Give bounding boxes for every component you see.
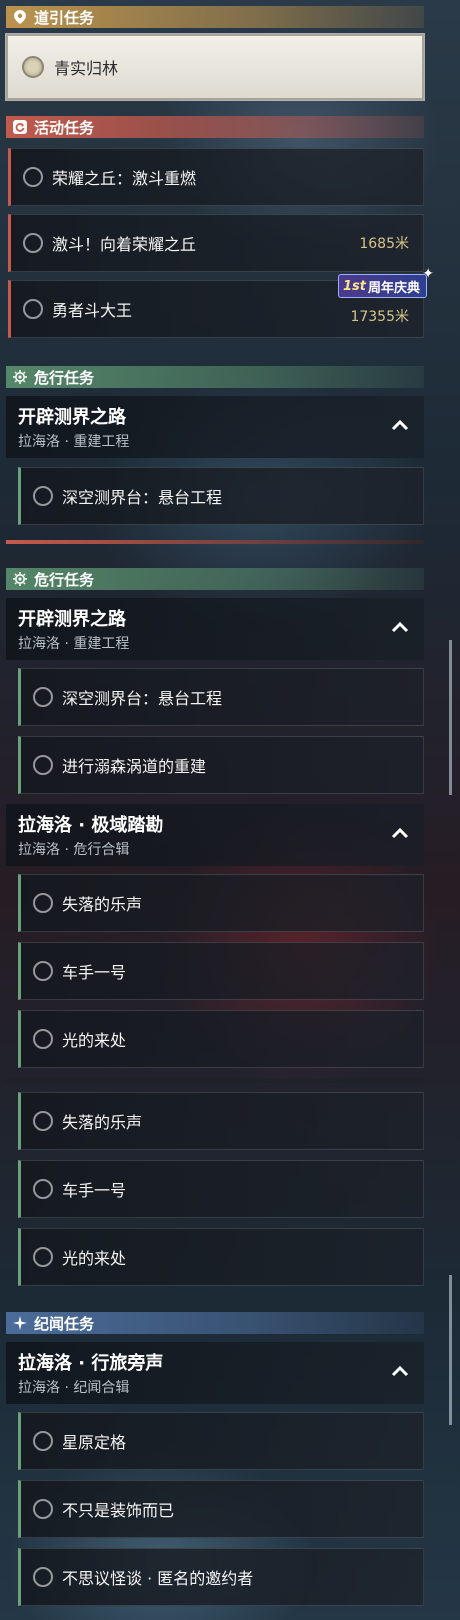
task-danger-2-2[interactable]: 进行溺森涡道的重建 [18,736,424,794]
task-label: 失落的乐声 [62,1113,143,1132]
clipped-row-edge [6,1078,424,1083]
quest-group-subtitle: 拉海洛 · 重建工程 [18,636,130,652]
task-label: 光的来处 [62,1031,127,1050]
task-radio-icon [33,893,53,913]
task-event-2[interactable]: 激斗！向着荣耀之丘 1685米 [8,214,424,272]
chevron-up-icon[interactable] [390,824,410,844]
task-radio-icon [33,486,53,506]
section-header-danger: 危行任务 [6,366,424,388]
anniversary-badge: 1st 周年庆典 ✦ [338,266,434,298]
task-label: 深空测界台：悬台工程 [62,689,223,708]
task-chronicle-3[interactable]: 不思议怪谈 · 匿名的邀约者 [18,1548,424,1606]
section-title-danger: 危行任务 [34,368,95,387]
map-pin-icon [12,9,28,25]
task-label: 失落的乐声 [62,895,143,914]
task-danger-2-1[interactable]: 深空测界台：悬台工程 [18,668,424,726]
quest-group-title: 开辟测界之路 [18,407,126,428]
tracked-task[interactable]: 青实归林 [5,33,425,101]
task-danger-3-1[interactable]: 失落的乐声 [18,874,424,932]
section-header-chronicle: 纪闻任务 [6,1312,424,1334]
section-title-chronicle: 纪闻任务 [34,1314,95,1333]
task-radio-icon [23,233,43,253]
task-label: 光的来处 [62,1249,127,1268]
task-loose-2[interactable]: 车手一号 [18,1160,424,1218]
task-label: 车手一号 [62,963,127,982]
task-radio-icon [33,1111,53,1131]
task-label: 不只是装饰而已 [62,1501,175,1520]
task-radio-icon [33,687,53,707]
task-radio-icon [33,1179,53,1199]
event-refresh-icon [12,119,28,135]
task-radio-icon [23,167,43,187]
clipped-row-edge [6,540,424,544]
task-radio-icon [23,299,43,319]
task-label: 不思议怪谈 · 匿名的邀约者 [62,1569,254,1588]
task-danger-3-2[interactable]: 车手一号 [18,942,424,1000]
task-distance: 17355米 [350,308,409,325]
task-radio-icon [33,1431,53,1451]
task-label: 车手一号 [62,1181,127,1200]
section-title-event: 活动任务 [34,118,95,137]
quest-group-title: 开辟测界之路 [18,609,126,630]
tracked-task-label: 青实归林 [54,59,119,78]
task-danger-3-3[interactable]: 光的来处 [18,1010,424,1068]
quest-group-header[interactable]: 拉海洛 · 极域踏勘 拉海洛 · 危行合辑 [6,804,424,866]
section-header-event: 活动任务 [6,116,424,138]
quest-group-subtitle: 拉海洛 · 危行合辑 [18,842,130,858]
task-danger-1-1[interactable]: 深空测界台：悬台工程 [18,467,424,525]
scrollbar[interactable] [449,640,452,795]
quest-group-header[interactable]: 开辟测界之路 拉海洛 · 重建工程 [6,598,424,660]
tracked-task-radio-icon [22,56,44,78]
section-header-guide: 道引任务 [6,6,424,28]
quest-group-subtitle: 拉海洛 · 重建工程 [18,434,130,450]
task-label: 深空测界台：悬台工程 [62,488,223,507]
task-radio-icon [33,755,53,775]
task-label: 进行溺森涡道的重建 [62,757,207,776]
task-radio-icon [33,1029,53,1049]
task-loose-1[interactable]: 失落的乐声 [18,1092,424,1150]
sparkle-icon [12,1315,28,1331]
badge-number: 1st [343,278,366,294]
task-radio-icon [33,1247,53,1267]
task-label: 荣耀之丘：激斗重燃 [52,169,197,188]
task-event-1[interactable]: 荣耀之丘：激斗重燃 [8,148,424,206]
gear-icon [12,571,28,587]
task-label: 激斗！向着荣耀之丘 [52,235,197,254]
gear-icon [12,369,28,385]
quest-group-header[interactable]: 开辟测界之路 拉海洛 · 重建工程 [6,396,424,458]
chevron-up-icon[interactable] [390,1362,410,1382]
quest-group-subtitle: 拉海洛 · 纪闻合辑 [18,1380,130,1396]
task-label: 勇者斗大王 [52,301,133,320]
quest-group-title: 拉海洛 · 行旅旁声 [18,1353,164,1374]
task-radio-icon [33,961,53,981]
task-radio-icon [33,1499,53,1519]
chevron-up-icon[interactable] [390,416,410,436]
quest-group-title: 拉海洛 · 极域踏勘 [18,815,164,836]
section-title-guide: 道引任务 [34,8,95,27]
task-radio-icon [33,1567,53,1587]
chevron-up-icon[interactable] [390,618,410,638]
section-title-danger: 危行任务 [34,570,95,589]
task-chronicle-2[interactable]: 不只是装饰而已 [18,1480,424,1538]
task-distance: 1685米 [359,236,409,252]
task-loose-3[interactable]: 光的来处 [18,1228,424,1286]
section-header-danger: 危行任务 [6,568,424,590]
quest-group-header[interactable]: 拉海洛 · 行旅旁声 拉海洛 · 纪闻合辑 [6,1342,424,1404]
badge-label: 周年庆典 [368,280,421,296]
sparkle-icon: ✦ [422,266,435,282]
scrollbar[interactable] [449,1275,452,1425]
task-label: 星原定格 [62,1433,127,1452]
task-chronicle-1[interactable]: 星原定格 [18,1412,424,1470]
